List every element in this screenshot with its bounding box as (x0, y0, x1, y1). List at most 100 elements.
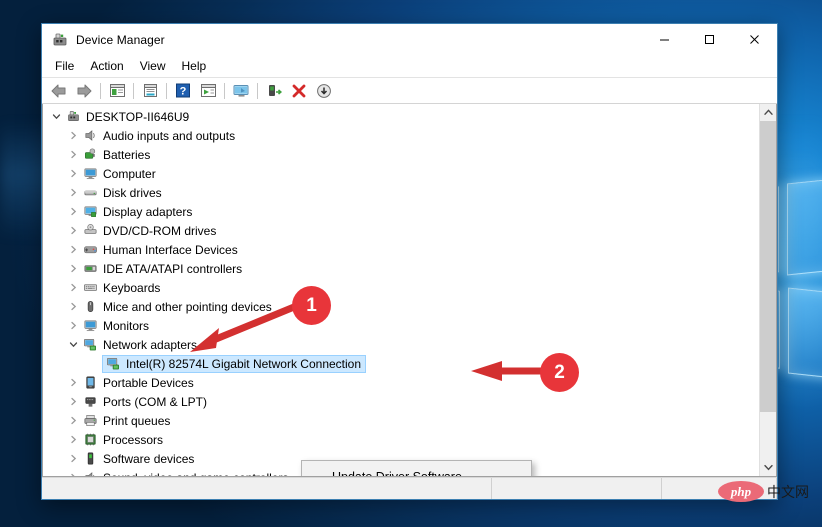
battery-icon (81, 147, 99, 162)
menu-help[interactable]: Help (174, 56, 215, 76)
chevron-down-icon[interactable] (65, 340, 81, 349)
tree-item-label: Keyboards (103, 280, 161, 295)
window-controls (642, 25, 777, 55)
tree-item-label: Network adapters (103, 337, 198, 352)
tree-item[interactable]: Audio inputs and outputs (43, 126, 759, 145)
tree-item[interactable]: IDE ATA/ATAPI controllers (43, 259, 759, 278)
annotation-badge-1: 1 (292, 286, 331, 325)
tree-item[interactable]: Print queues (43, 411, 759, 430)
device-manager-window: Device Manager File Action View Help ? D… (41, 23, 778, 500)
tree-item[interactable]: Intel(R) 82574L Gigabit Network Connecti… (43, 354, 759, 373)
chevron-right-icon[interactable] (65, 264, 81, 273)
tree-item[interactable]: Ports (COM & LPT) (43, 392, 759, 411)
minimize-button[interactable] (642, 25, 687, 55)
tree-item[interactable]: Human Interface Devices (43, 240, 759, 259)
chevron-right-icon[interactable] (65, 245, 81, 254)
tree-item-selected[interactable]: Intel(R) 82574L Gigabit Network Connecti… (102, 354, 367, 373)
tree-item[interactable]: Batteries (43, 145, 759, 164)
tree-item-label: IDE ATA/ATAPI controllers (103, 261, 243, 276)
chevron-right-icon[interactable] (65, 169, 81, 178)
windows-logo-pane (788, 287, 822, 379)
tree-item-label: Intel(R) 82574L Gigabit Network Connecti… (126, 356, 362, 371)
tree-item-root[interactable]: DESKTOP-II646U9 (43, 107, 759, 126)
monitor-icon (81, 318, 99, 333)
watermark-suffix: 中文网 (767, 484, 809, 501)
chevron-right-icon[interactable] (65, 321, 81, 330)
chevron-down-icon[interactable] (48, 112, 64, 121)
tree-item[interactable]: DVD/CD-ROM drives (43, 221, 759, 240)
back-icon[interactable] (47, 80, 71, 102)
chevron-right-icon[interactable] (65, 435, 81, 444)
update-driver-icon[interactable] (262, 80, 286, 102)
chevron-right-icon[interactable] (65, 378, 81, 387)
uninstall-icon[interactable] (287, 80, 311, 102)
chevron-right-icon[interactable] (65, 302, 81, 311)
toolbar-separator (257, 82, 258, 99)
context-menu[interactable]: Update Driver Software... Disable Uninst… (301, 460, 532, 477)
monitor-icon (81, 166, 99, 181)
disk-drive-icon (81, 185, 99, 200)
context-menu-item-update-driver[interactable]: Update Driver Software... (302, 464, 531, 477)
chevron-right-icon[interactable] (65, 397, 81, 406)
tree-item[interactable]: Processors (43, 430, 759, 449)
tree-item[interactable]: Keyboards (43, 278, 759, 297)
scan-icon[interactable] (196, 80, 220, 102)
keyboard-icon (81, 280, 99, 295)
portable-device-icon (81, 375, 99, 390)
printer-icon (81, 413, 99, 428)
chevron-right-icon[interactable] (65, 131, 81, 140)
device-tree[interactable]: DESKTOP-II646U9 Audio inputs and outputs… (43, 104, 759, 476)
menu-file[interactable]: File (47, 56, 82, 76)
tree-item-label: Display adapters (103, 204, 193, 219)
tree-item-label: Print queues (103, 413, 171, 428)
chevron-right-icon[interactable] (65, 454, 81, 463)
chevron-right-icon[interactable] (65, 188, 81, 197)
properties-icon[interactable] (138, 80, 162, 102)
scrollbar-thumb[interactable] (760, 121, 776, 412)
tree-item[interactable]: Computer (43, 164, 759, 183)
content-area: DESKTOP-II646U9 Audio inputs and outputs… (42, 104, 777, 477)
chevron-right-icon[interactable] (65, 226, 81, 235)
tree-item-label: Software devices (103, 451, 195, 466)
tree-item[interactable]: Disk drives (43, 183, 759, 202)
chevron-right-icon[interactable] (65, 150, 81, 159)
scroll-down-button[interactable] (760, 459, 776, 476)
menu-view[interactable]: View (132, 56, 174, 76)
tree-item[interactable]: Display adapters (43, 202, 759, 221)
tree-item-label: Batteries (103, 147, 151, 162)
chevron-right-icon[interactable] (65, 416, 81, 425)
tree-item[interactable]: Mice and other pointing devices (43, 297, 759, 316)
tree-item-label: Sound, video and game controllers (99, 471, 288, 477)
help-icon[interactable]: ? (171, 80, 195, 102)
chevron-right-icon[interactable] (65, 283, 81, 292)
menu-action[interactable]: Action (82, 56, 131, 76)
tree-item-label: Mice and other pointing devices (103, 299, 272, 314)
status-pane-2 (492, 478, 662, 499)
scroll-up-button[interactable] (760, 104, 776, 121)
chevron-right-icon[interactable] (65, 473, 81, 476)
network-adapter-icon (81, 337, 99, 352)
scrollbar-track[interactable] (760, 121, 776, 459)
vertical-scrollbar[interactable] (759, 104, 776, 476)
windows-logo-pane (787, 178, 822, 276)
menu-bar: File Action View Help (42, 55, 777, 78)
toolbar: ? (42, 78, 777, 104)
close-button[interactable] (732, 25, 777, 55)
display-icon[interactable] (229, 80, 253, 102)
tree-item[interactable]: Network adapters (43, 335, 759, 354)
forward-icon[interactable] (72, 80, 96, 102)
tree-item[interactable]: Portable Devices (43, 373, 759, 392)
show-hide-console-tree-icon[interactable] (105, 80, 129, 102)
tree-item-list: Audio inputs and outputs Batteries Compute… (43, 126, 759, 476)
maximize-button[interactable] (687, 25, 732, 55)
tree-item-label: Audio inputs and outputs (103, 128, 236, 143)
network-adapter-icon (104, 356, 122, 371)
disable-icon[interactable] (312, 80, 336, 102)
status-pane-main (42, 478, 492, 499)
chevron-right-icon[interactable] (65, 207, 81, 216)
tree-item-label: Processors (103, 432, 164, 447)
svg-text:?: ? (180, 86, 187, 98)
tree-item[interactable]: Monitors (43, 316, 759, 335)
tree-item-label: Disk drives (103, 185, 162, 200)
tree-item-label: DESKTOP-II646U9 (86, 109, 190, 124)
